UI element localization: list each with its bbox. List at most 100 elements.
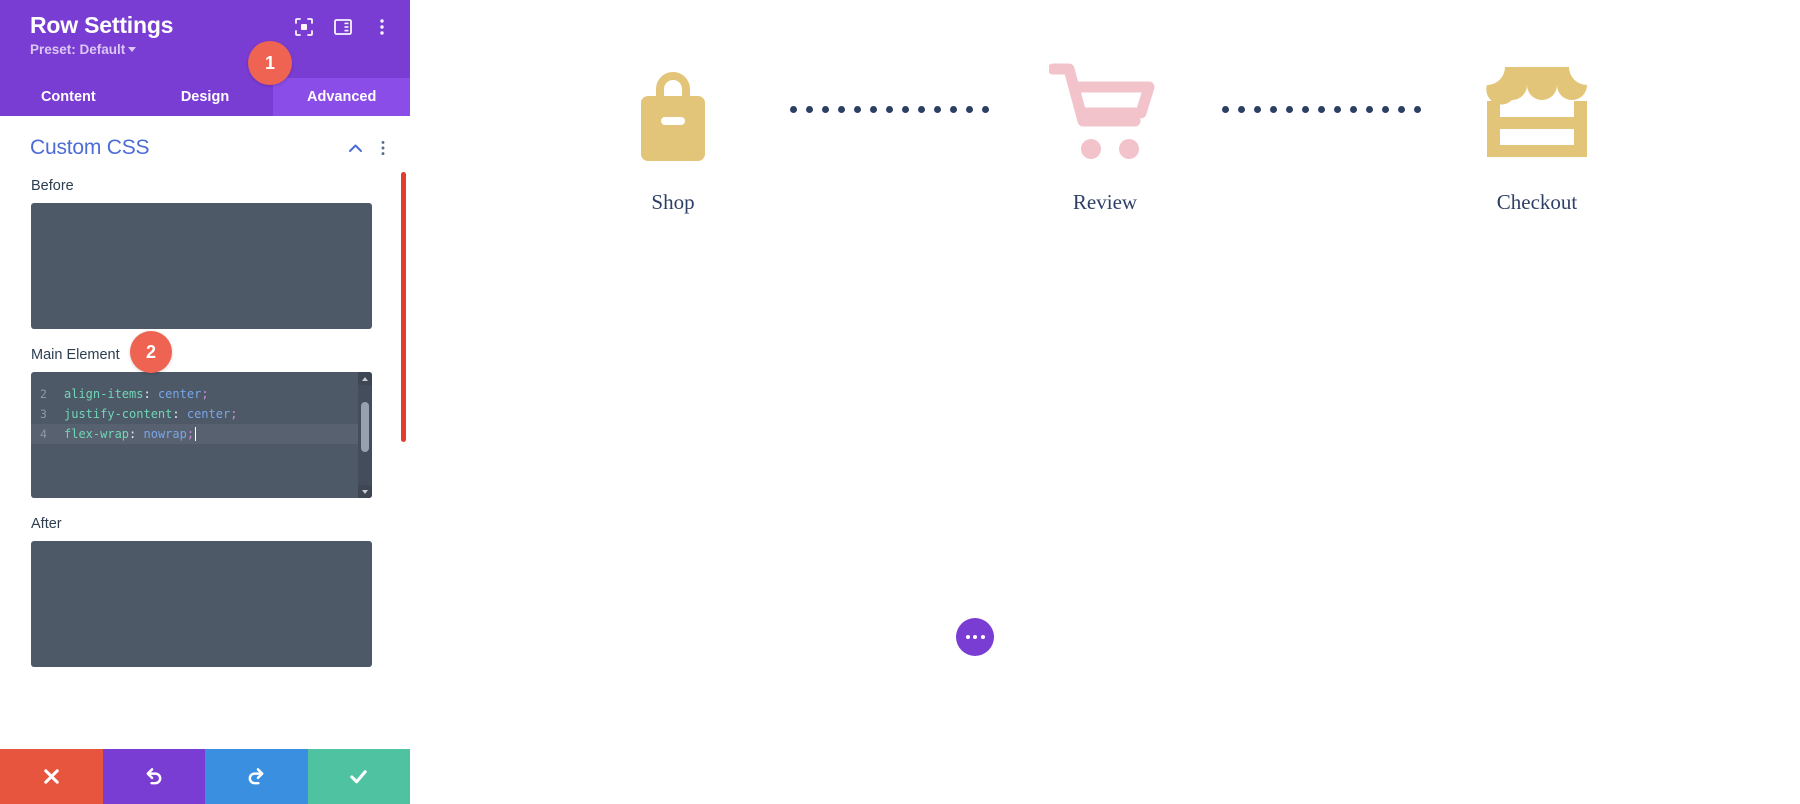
ellipsis-dot <box>973 635 977 639</box>
connector-dot <box>1317 105 1325 113</box>
css-property: flex-wrap <box>64 427 130 441</box>
step-icon-wrap <box>1049 55 1161 163</box>
css-colon: : <box>143 387 151 401</box>
panel-body: Custom CSS Before Main Element 2 align-i… <box>0 116 410 668</box>
panel-header-icons <box>294 17 392 37</box>
css-property: align-items <box>64 387 144 401</box>
css-value: center <box>157 387 202 401</box>
save-button[interactable] <box>307 749 410 804</box>
connector-dot <box>1381 105 1389 113</box>
undo-button[interactable] <box>102 749 205 804</box>
connector-dots-2 <box>1221 55 1421 163</box>
css-semicolon: ; <box>230 407 238 421</box>
connector-dot <box>917 105 925 113</box>
ellipsis-dot <box>980 635 985 639</box>
step-icon-wrap <box>1481 55 1593 163</box>
field-main-element: Main Element 2 align-items: center; 3 ju… <box>0 347 410 498</box>
scroll-up-arrow-icon[interactable] <box>358 372 372 385</box>
shopping-bag-icon <box>641 72 705 161</box>
chevron-down-icon <box>128 47 137 53</box>
connector-dot <box>1221 105 1229 113</box>
storefront-icon <box>1486 67 1587 157</box>
connector-dot <box>1285 105 1293 113</box>
connector-dot <box>869 105 877 113</box>
ellipsis-dot <box>965 635 970 639</box>
more-vertical-icon[interactable] <box>372 17 392 37</box>
css-value: center <box>186 407 231 421</box>
connector-dot <box>965 105 973 113</box>
tab-content[interactable]: Content <box>0 78 137 116</box>
connector-dot <box>981 105 989 113</box>
field-label-before: Before <box>31 178 74 194</box>
section-title: Custom CSS <box>30 136 150 159</box>
settings-tabs: Content Design Advanced <box>0 78 410 116</box>
css-colon: : <box>129 427 137 441</box>
connector-dot <box>1349 105 1357 113</box>
step-icon-wrap <box>633 55 713 163</box>
page-settings-button[interactable] <box>956 618 994 656</box>
connector-dot <box>1253 105 1261 113</box>
editor-scrollbar[interactable] <box>358 372 372 498</box>
text-cursor <box>195 427 197 441</box>
code-line-active[interactable]: 4 flex-wrap: nowrap; <box>31 424 372 444</box>
connector-dot <box>1269 105 1277 113</box>
scroll-down-arrow-icon[interactable] <box>358 485 372 498</box>
field-after: After <box>0 516 410 667</box>
connector-dot <box>1237 105 1245 113</box>
app-root: Row Settings Preset: Default Content Des… <box>0 0 1800 804</box>
step-label-review: Review <box>1072 190 1138 214</box>
field-before: Before <box>0 178 410 329</box>
connector-dot <box>821 105 829 113</box>
connector-dot <box>1301 105 1309 113</box>
before-css-textarea[interactable] <box>31 203 372 329</box>
after-css-textarea[interactable] <box>31 541 372 667</box>
check-icon <box>350 770 367 784</box>
undo-icon <box>146 768 162 785</box>
annotation-badge-2: 2 <box>130 331 172 373</box>
line-number: 2 <box>40 387 47 401</box>
preset-selector[interactable]: Preset: Default <box>30 42 394 57</box>
connector-dots-1 <box>789 55 989 163</box>
step-label-shop: Shop <box>651 190 695 214</box>
connector-dot <box>949 105 957 113</box>
code-lines: 2 align-items: center; 3 justify-content… <box>31 372 372 444</box>
annotation-badge-1: 1 <box>248 41 292 85</box>
layout-panel-icon[interactable] <box>333 17 353 37</box>
step-checkout: Checkout <box>1421 55 1653 215</box>
line-number: 4 <box>40 427 47 441</box>
scrollbar-thumb[interactable] <box>361 402 369 452</box>
connector-dot <box>789 105 797 113</box>
code-line[interactable]: 3 justify-content: center; <box>31 404 372 424</box>
tab-advanced[interactable]: Advanced <box>273 78 410 116</box>
connector-dot <box>837 105 845 113</box>
close-icon <box>43 769 59 784</box>
connector-dot <box>1397 105 1405 113</box>
field-label-main-element: Main Element <box>31 347 120 363</box>
tab-design[interactable]: Design <box>137 78 274 116</box>
connector-dot <box>1365 105 1373 113</box>
step-label-checkout: Checkout <box>1496 190 1578 214</box>
connector-dot <box>885 105 893 113</box>
row-settings-panel: Row Settings Preset: Default Content Des… <box>0 0 410 804</box>
main-element-css-editor[interactable]: 2 align-items: center; 3 justify-content… <box>31 372 372 498</box>
connector-dot <box>1333 105 1341 113</box>
focus-target-icon[interactable] <box>294 17 314 37</box>
section-more-vertical-icon[interactable] <box>376 139 390 157</box>
panel-scrollbar[interactable] <box>401 172 406 442</box>
redo-button[interactable] <box>205 749 308 804</box>
shopping-cart-icon <box>1049 63 1155 159</box>
css-property: justify-content <box>64 407 173 421</box>
cancel-button[interactable] <box>0 749 103 804</box>
connector-dot <box>853 105 861 113</box>
step-review: Review <box>989 55 1221 215</box>
line-number: 3 <box>40 407 47 421</box>
page-canvas: Shop Review Checkout <box>410 0 1800 804</box>
connector-dot <box>1413 105 1421 113</box>
redo-icon <box>248 768 264 785</box>
chevron-up-icon[interactable] <box>347 140 364 157</box>
code-line[interactable]: 2 align-items: center; <box>31 384 372 404</box>
custom-css-section-header: Custom CSS <box>0 116 410 160</box>
css-semicolon: ; <box>201 387 209 401</box>
step-shop: Shop <box>557 55 789 215</box>
connector-dot <box>805 105 813 113</box>
